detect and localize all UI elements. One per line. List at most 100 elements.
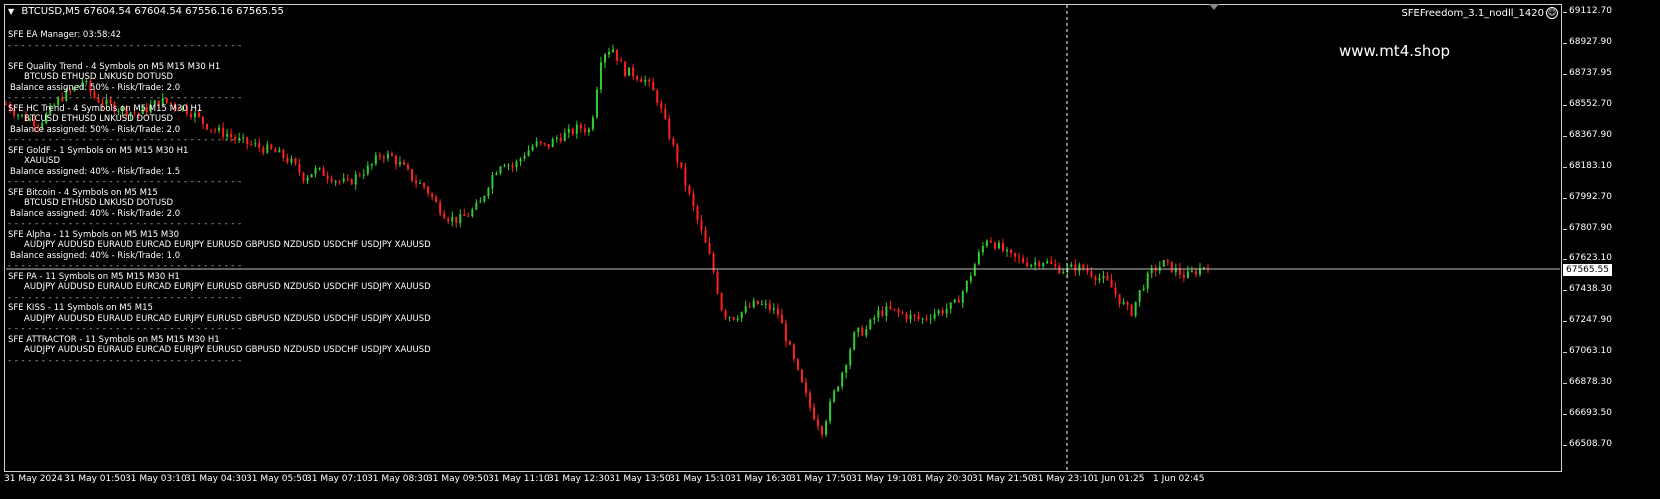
candle bbox=[439, 199, 442, 217]
candle bbox=[913, 313, 916, 322]
candle bbox=[1158, 261, 1161, 275]
separator: - - - - - - - - - - - - - - - - - - - - … bbox=[8, 292, 242, 303]
candle bbox=[1010, 249, 1013, 258]
strategy-balance: Balance assigned: 50% - Risk/Trade: 2.0 bbox=[10, 124, 181, 135]
time-tick: 31 May 16:30 bbox=[730, 474, 792, 484]
candle bbox=[451, 211, 454, 227]
candle bbox=[1001, 238, 1004, 253]
candle bbox=[1050, 255, 1053, 265]
candle bbox=[495, 171, 498, 176]
candle bbox=[648, 77, 651, 87]
website-label: www.mt4.shop bbox=[1339, 42, 1451, 60]
candle bbox=[535, 137, 538, 148]
price-tick: 69112.70 bbox=[1563, 6, 1612, 16]
candle bbox=[921, 317, 924, 325]
candle bbox=[640, 76, 643, 83]
candle bbox=[829, 398, 832, 425]
candle bbox=[841, 371, 844, 390]
candle bbox=[1186, 265, 1189, 279]
time-tick: 31 May 11:10 bbox=[488, 474, 550, 484]
candle bbox=[885, 302, 888, 322]
shift-marker-icon[interactable] bbox=[1209, 4, 1219, 10]
candle bbox=[712, 251, 715, 275]
time-tick: 31 May 20:30 bbox=[911, 474, 973, 484]
candle bbox=[519, 157, 522, 166]
candle bbox=[989, 237, 992, 244]
candle bbox=[813, 403, 816, 421]
price-tick: 67807.90 bbox=[1563, 222, 1612, 233]
strategy-balance: Balance assigned: 40% - Risk/Trade: 1.5 bbox=[10, 166, 181, 177]
candle bbox=[483, 195, 486, 204]
candle bbox=[997, 240, 1000, 250]
candle bbox=[515, 159, 518, 172]
candle bbox=[431, 192, 434, 201]
candle bbox=[628, 67, 631, 77]
candle bbox=[463, 208, 466, 216]
candle bbox=[527, 145, 530, 157]
candle bbox=[507, 163, 510, 171]
price-axis[interactable]: 69112.70 68927.90 68737.95 68552.70 68367.90… bbox=[1563, 0, 1660, 472]
candle bbox=[893, 308, 896, 312]
candle bbox=[993, 241, 996, 251]
candle bbox=[523, 152, 526, 162]
candle bbox=[1074, 259, 1077, 277]
candle bbox=[499, 165, 502, 176]
candle bbox=[1174, 263, 1177, 277]
candle bbox=[985, 239, 988, 249]
candle bbox=[1030, 263, 1033, 269]
candle bbox=[435, 194, 438, 203]
candle bbox=[591, 114, 594, 132]
candle bbox=[977, 249, 980, 266]
candle bbox=[724, 308, 727, 321]
candle bbox=[877, 305, 880, 322]
strategy-title: SFE ATTRACTOR - 11 Symbols on M5 M15 M30… bbox=[8, 334, 220, 345]
candle bbox=[612, 44, 615, 53]
candle bbox=[1118, 294, 1121, 308]
candle bbox=[459, 209, 462, 228]
candle bbox=[680, 162, 683, 170]
price-tick: 67063.10 bbox=[1563, 346, 1612, 357]
candle bbox=[825, 419, 828, 438]
candle bbox=[760, 300, 763, 306]
candle bbox=[1042, 262, 1045, 269]
candle bbox=[1054, 259, 1057, 270]
candle bbox=[1005, 246, 1008, 257]
candle bbox=[555, 135, 558, 143]
candle bbox=[443, 209, 446, 219]
candle bbox=[652, 77, 655, 91]
strategy-title: SFE Quality Trend - 4 Symbols on M5 M15 … bbox=[8, 61, 221, 72]
candle bbox=[471, 207, 474, 218]
candle bbox=[1150, 264, 1153, 279]
ea-name: SFEFreedom_3.1_nodll_1420 bbox=[1401, 8, 1544, 19]
separator: - - - - - - - - - - - - - - - - - - - - … bbox=[8, 177, 242, 187]
strategy-symbols: BTCUSD ETHUSD LNKUSD DOTUSD bbox=[24, 72, 174, 82]
time-tick: 31 May 23:10 bbox=[1032, 474, 1094, 484]
smiley-icon[interactable]: ☺ bbox=[1546, 7, 1558, 19]
time-tick: 31 May 05:50 bbox=[246, 474, 308, 484]
price-tick: 68737.95 bbox=[1563, 67, 1612, 78]
candle bbox=[957, 295, 960, 303]
candle bbox=[547, 144, 550, 150]
candle bbox=[1102, 271, 1105, 284]
candle bbox=[728, 316, 731, 322]
candle bbox=[579, 122, 582, 134]
candle bbox=[1086, 264, 1089, 275]
candle bbox=[889, 300, 892, 311]
strategy-title: SFE KISS - 11 Symbols on M5 M15 bbox=[8, 303, 153, 313]
time-tick: 31 May 03:10 bbox=[125, 474, 187, 484]
candle bbox=[503, 163, 506, 168]
candle bbox=[1014, 252, 1017, 262]
time-axis[interactable]: 31 May 2024 31 May 01:50 31 May 03:10 31 Ma… bbox=[0, 472, 1560, 499]
candle bbox=[475, 199, 478, 211]
candle bbox=[1190, 266, 1193, 273]
separator: - - - - - - - - - - - - - - - - - - - - … bbox=[8, 324, 242, 334]
time-tick: 31 May 2024 bbox=[4, 474, 63, 484]
candle bbox=[1122, 298, 1125, 306]
chart-header: ▼ BTCUSD,M5 67604.54 67604.54 67556.16 6… bbox=[8, 6, 284, 17]
separator: - - - - - - - - - - - - - - - - - - - - … bbox=[8, 40, 242, 51]
candle bbox=[1022, 254, 1025, 264]
dropdown-triangle-icon[interactable]: ▼ bbox=[8, 7, 14, 16]
candle bbox=[1094, 275, 1097, 286]
time-tick: 31 May 07:10 bbox=[306, 474, 368, 484]
time-tick: 31 May 21:50 bbox=[972, 474, 1034, 484]
